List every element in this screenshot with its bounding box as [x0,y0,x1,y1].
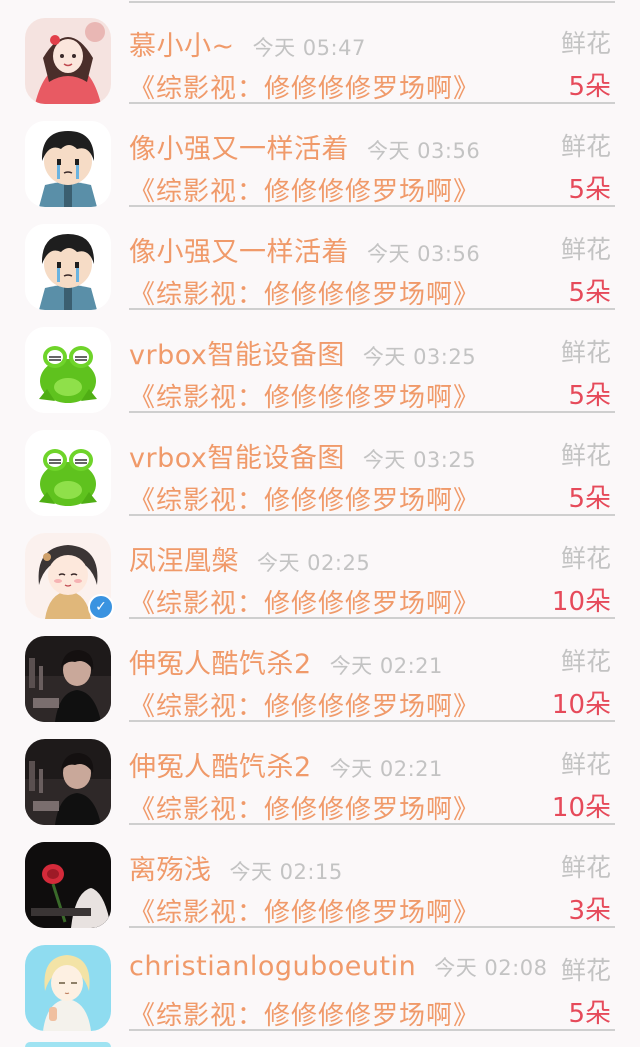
gift-label: 鲜花 [560,132,611,161]
avatar[interactable] [25,945,111,1031]
book-title[interactable]: 《综影视：修修修修罗场啊》 [129,171,480,208]
avatar[interactable] [25,636,111,722]
crying-boy-avatar-icon [25,224,111,310]
avatar[interactable] [25,739,111,825]
book-title[interactable]: 《综影视：修修修修罗场啊》 [129,892,480,929]
crying-boy-avatar-icon [25,121,111,207]
list-item[interactable]: 慕小小~ 今天 05:47 鲜花 《综影视：修修修修罗场啊》 5朵 [0,0,640,105]
book-title[interactable]: 《综影视：修修修修罗场啊》 [129,274,480,311]
avatar[interactable] [25,842,111,928]
user-name[interactable]: 像小强又一样活着 今天 03:56 [129,230,480,269]
list-item[interactable]: 离殇浅 今天 02:15 鲜花 《综影视：修修修修罗场啊》 3朵 [0,824,640,929]
gift-count: 10朵 [551,793,611,823]
girl-red-avatar-icon [25,18,111,104]
list-item[interactable]: 像小强又一样活着 今天 03:56 鲜花 《综影视：修修修修罗场啊》 5朵 [0,103,640,208]
user-name[interactable]: 凤涅凰槃 今天 02:25 [129,539,370,578]
list-item[interactable]: 像小强又一样活着 今天 03:56 鲜花 《综影视：修修修修罗场啊》 5朵 [0,206,640,311]
gift-label: 鲜花 [560,441,611,470]
gift-label: 鲜花 [560,544,611,573]
avatar[interactable] [25,430,111,516]
book-title[interactable]: 《综影视：修修修修罗场啊》 [129,995,480,1032]
timestamp: 今天 03:56 [367,139,481,163]
book-title[interactable]: 《综影视：修修修修罗场啊》 [129,583,480,620]
user-name[interactable]: 伸冤人酷饩杀2 今天 02:21 [129,642,443,681]
rose-photo-avatar-icon [25,842,111,928]
timestamp: 今天 02:21 [329,757,443,781]
book-title[interactable]: 《综影视：修修修修罗场啊》 [129,789,480,826]
user-name[interactable]: 离殇浅 今天 02:15 [129,848,343,887]
gift-label: 鲜花 [560,750,611,779]
timestamp: 今天 03:25 [362,448,477,472]
book-title[interactable]: 《综影视：修修修修罗场啊》 [129,68,480,105]
user-name[interactable]: vrbox智能设备图 今天 03:25 [129,436,476,475]
avatar[interactable] [25,121,111,207]
book-title[interactable]: 《综影视：修修修修罗场啊》 [129,377,480,414]
list-item[interactable]: 伸冤人酷饩杀2 今天 02:21 鲜花 《综影视：修修修修罗场啊》 10朵 [0,721,640,826]
book-title[interactable]: 《综影视：修修修修罗场啊》 [129,686,480,723]
avatar[interactable] [25,224,111,310]
list-item[interactable]: christianloguboeutin 今天 02:08 鲜花 《综影视：修修修… [0,927,640,1032]
gift-count: 5朵 [568,175,611,205]
timestamp: 今天 02:25 [257,551,371,575]
avatar [25,1042,111,1047]
avatar[interactable] [25,18,111,104]
list-item[interactable]: 伸冤人酷饩杀2 今天 02:21 鲜花 《综影视：修修修修罗场啊》 10朵 [0,618,640,723]
user-name[interactable]: 像小强又一样活着 今天 03:56 [129,127,480,166]
list-item[interactable]: vrbox智能设备图 今天 03:25 鲜花 《综影视：修修修修罗场啊》 5朵 [0,412,640,517]
gift-label: 鲜花 [560,956,611,985]
green-frog-avatar-icon [25,430,111,516]
green-frog-avatar-icon [25,327,111,413]
user-name[interactable]: vrbox智能设备图 今天 03:25 [129,333,476,372]
timestamp: 今天 03:56 [367,242,481,266]
verified-badge-icon: ✓ [88,594,114,620]
timestamp: 今天 02:08 [434,956,548,980]
user-name[interactable]: 伸冤人酷饩杀2 今天 02:21 [129,745,443,784]
gift-record-list: 慕小小~ 今天 05:47 鲜花 《综影视：修修修修罗场啊》 5朵 像小强又一样活… [0,0,640,1047]
timestamp: 今天 05:47 [252,36,366,60]
gift-label: 鲜花 [560,338,611,367]
gift-count: 5朵 [568,72,611,102]
gift-count: 5朵 [568,484,611,514]
avatar[interactable] [25,327,111,413]
dark-photo-avatar-icon [25,739,111,825]
list-item[interactable]: vrbox智能设备图 今天 03:25 鲜花 《综影视：修修修修罗场啊》 5朵 [0,309,640,414]
gift-count: 5朵 [568,278,611,308]
divider [129,1029,615,1031]
user-name[interactable]: 慕小小~ 今天 05:47 [129,24,366,63]
gift-count: 10朵 [551,690,611,720]
gift-count: 5朵 [568,381,611,411]
timestamp: 今天 02:21 [329,654,443,678]
gift-label: 鲜花 [560,29,611,58]
gift-label: 鲜花 [560,853,611,882]
user-name[interactable]: christianloguboeutin 今天 02:08 [129,951,547,982]
anime-blonde-avatar-icon [25,945,111,1031]
gift-count: 10朵 [551,587,611,617]
gift-label: 鲜花 [560,647,611,676]
dark-photo-avatar-icon [25,636,111,722]
gift-count: 5朵 [568,999,611,1029]
gift-label: 鲜花 [560,235,611,264]
gift-count: 3朵 [568,896,611,926]
book-title[interactable]: 《综影视：修修修修罗场啊》 [129,480,480,517]
timestamp: 今天 03:25 [362,345,477,369]
timestamp: 今天 02:15 [229,860,343,884]
